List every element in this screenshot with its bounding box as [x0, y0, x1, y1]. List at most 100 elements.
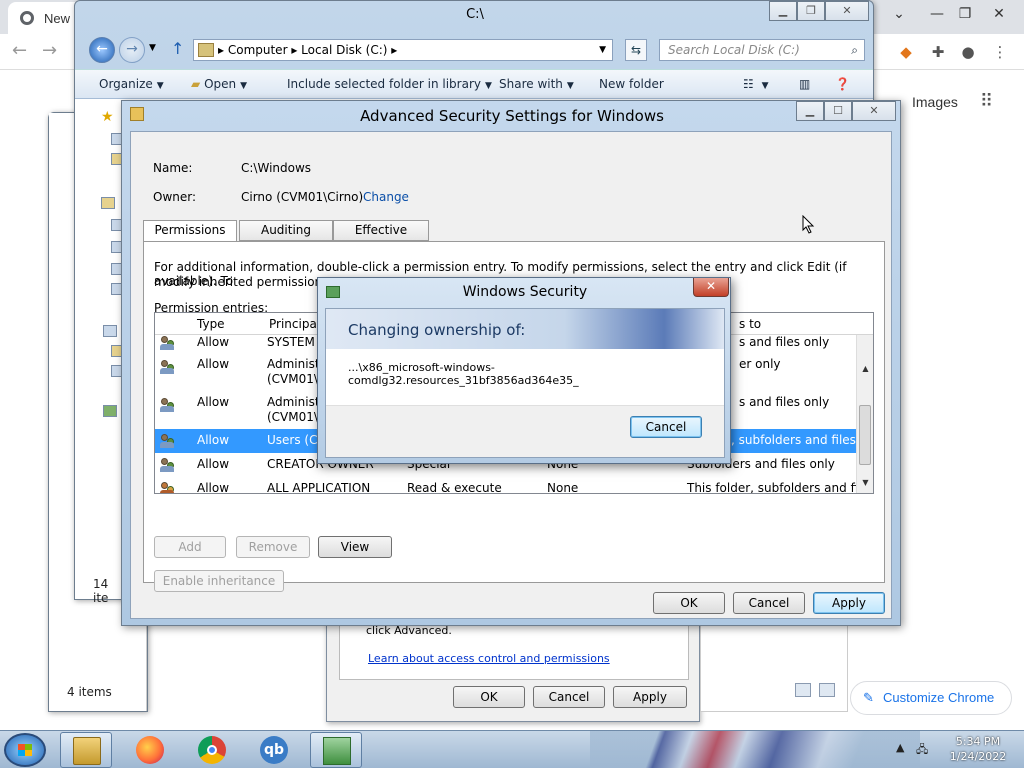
change-owner-link[interactable]: Change [363, 190, 409, 204]
search-input[interactable]: Search Local Disk (C:) ⌕ [659, 39, 865, 61]
restore-icon[interactable]: ❐ [797, 1, 825, 21]
folder-icon: ▰ [191, 77, 201, 91]
tab-auditing[interactable]: Auditing [239, 220, 333, 241]
network-icon[interactable] [103, 405, 117, 417]
images-link[interactable]: Images [912, 94, 958, 110]
apply-button[interactable]: Apply [813, 592, 885, 614]
close-icon[interactable]: ✕ [825, 1, 869, 21]
help-icon[interactable]: ❓ [835, 77, 850, 91]
taskbar-chrome[interactable] [186, 732, 238, 768]
profile-icon[interactable]: ● [958, 42, 978, 62]
customize-chrome-button[interactable]: ✎ Customize Chrome [850, 681, 1012, 715]
share-with-button[interactable]: Share with ▼ [499, 77, 574, 91]
taskbar-explorer[interactable] [60, 732, 112, 768]
name-value: C:\Windows [241, 161, 312, 175]
system-clock[interactable]: 5:34 PM 1/24/2022 [936, 734, 1020, 764]
column-type[interactable]: Type [197, 317, 225, 331]
forward-arrow-icon[interactable]: → [42, 40, 57, 61]
view-button[interactable]: View [318, 536, 392, 558]
pencil-icon: ✎ [863, 690, 874, 705]
add-button[interactable]: Add [154, 536, 226, 558]
extensions-icon[interactable]: ✚ [928, 42, 948, 62]
windows-security-title: Windows Security [462, 284, 588, 300]
recent-pages-icon[interactable]: ▼ [149, 43, 156, 53]
breadcrumb-computer[interactable]: ▸ Computer [218, 43, 288, 57]
users-group-icon [159, 433, 175, 449]
metamask-icon[interactable]: ◆ [896, 42, 916, 62]
clock-date: 1/24/2022 [949, 750, 1007, 763]
scroll-down-icon[interactable]: ▼ [857, 475, 873, 491]
address-dropdown-icon[interactable]: ▼ [599, 40, 606, 60]
table-row[interactable]: Allow ALL APPLICATION Read & execute Non… [155, 481, 857, 493]
taskbar-security[interactable] [310, 732, 362, 768]
explorer-status: 14 ite [93, 577, 109, 605]
close-icon[interactable]: ✕ [693, 278, 729, 297]
advanced-security-title: Advanced Security Settings for Windows [360, 107, 664, 125]
chrome-icon [20, 11, 34, 25]
favorites-star-icon[interactable]: ★ [101, 109, 114, 125]
tab-effective-access[interactable]: Effective Access [333, 220, 429, 256]
ok-button[interactable]: OK [653, 592, 725, 614]
cancel-button[interactable]: Cancel [733, 592, 805, 614]
explorer-icon [73, 737, 101, 765]
ownership-path-text: ...\x86_microsoft-windows-comdlg32.resou… [348, 361, 579, 387]
access-control-help-link[interactable]: Learn about access control and permissio… [368, 652, 610, 665]
windows-security-dialog: Windows Security ✕ Changing ownership of… [317, 277, 731, 464]
owner-label: Owner: [153, 190, 197, 204]
owner-value: Cirno (CVM01\Cirno) [241, 190, 364, 204]
advanced-caption-buttons: ▁ ☐ ✕ [796, 101, 896, 121]
enable-inheritance-button[interactable]: Enable inheritance [154, 570, 284, 592]
refresh-icon[interactable]: ⇆ [625, 39, 647, 61]
forward-arrow-icon[interactable]: → [119, 37, 145, 63]
start-button[interactable] [4, 733, 46, 767]
users-group-icon [159, 457, 175, 473]
breadcrumb-local-disk[interactable]: ▸ Local Disk (C:) ▸ [291, 43, 397, 57]
tab-search-icon[interactable]: ⌄ [884, 2, 914, 26]
column-applies-to[interactable]: s to [739, 317, 761, 331]
computer-icon[interactable] [103, 325, 117, 337]
apps-grid-icon[interactable]: ⠿ [980, 93, 1000, 112]
security-cancel-button[interactable]: Cancel [630, 416, 702, 438]
libraries-icon[interactable] [101, 197, 115, 209]
properties-apply-button[interactable]: Apply [613, 686, 687, 708]
scroll-thumb[interactable] [859, 405, 871, 465]
minimize-icon[interactable]: — [922, 2, 952, 26]
back-arrow-icon[interactable]: ← [89, 37, 115, 63]
large-icons-view-icon[interactable] [819, 683, 835, 697]
properties-ok-button[interactable]: OK [453, 686, 525, 708]
network-icon[interactable]: 🖧 [916, 741, 928, 760]
explorer-title: C:\ [466, 7, 484, 22]
preview-pane-icon[interactable]: ▥ [799, 77, 810, 91]
more-icon[interactable]: ⋮ [990, 42, 1010, 62]
minimize-icon[interactable]: ▁ [769, 1, 797, 21]
minimize-icon[interactable]: ▁ [796, 101, 824, 121]
permission-table-scrollbar[interactable]: ▲ ▼ [856, 335, 873, 493]
open-button[interactable]: ▰ Open ▼ [191, 77, 247, 91]
remove-button[interactable]: Remove [236, 536, 310, 558]
organize-button[interactable]: Organize ▼ [99, 77, 164, 91]
explorer-command-bar: Organize ▼ ▰ Open ▼ Include selected folde… [75, 69, 873, 99]
back-arrow-icon[interactable]: ← [12, 40, 27, 61]
tray-expand-icon[interactable]: ▲ [896, 741, 904, 754]
wallpaper-art [590, 731, 920, 768]
new-folder-button[interactable]: New folder [599, 77, 664, 91]
tab-permissions[interactable]: Permissions [143, 220, 237, 242]
customize-chrome-label: Customize Chrome [883, 690, 995, 705]
taskbar-firefox[interactable] [124, 732, 176, 768]
include-in-library-button[interactable]: Include selected folder in library ▼ [287, 77, 492, 91]
details-view-icon[interactable] [795, 683, 811, 697]
column-principal[interactable]: Principal [269, 317, 320, 331]
address-box[interactable]: ▸ Computer ▸ Local Disk (C:) ▸ ▼ [193, 39, 613, 61]
close-icon[interactable]: ✕ [852, 101, 896, 121]
scroll-up-icon[interactable]: ▲ [857, 361, 873, 377]
properties-cancel-button[interactable]: Cancel [533, 686, 605, 708]
close-icon[interactable]: ✕ [984, 2, 1014, 26]
up-arrow-icon[interactable]: ↑ [171, 39, 184, 58]
restore-icon[interactable]: ❐ [950, 2, 980, 26]
view-options-icon[interactable]: ☷ ▼ [743, 77, 769, 91]
firefox-icon [136, 736, 164, 764]
mouse-cursor-icon [802, 215, 815, 234]
maximize-icon[interactable]: ☐ [824, 101, 852, 121]
taskbar-qbittorrent[interactable]: qb [248, 732, 300, 768]
taskbar: qb ▲ 🖧 5:34 PM 1/24/2022 [0, 730, 1024, 768]
